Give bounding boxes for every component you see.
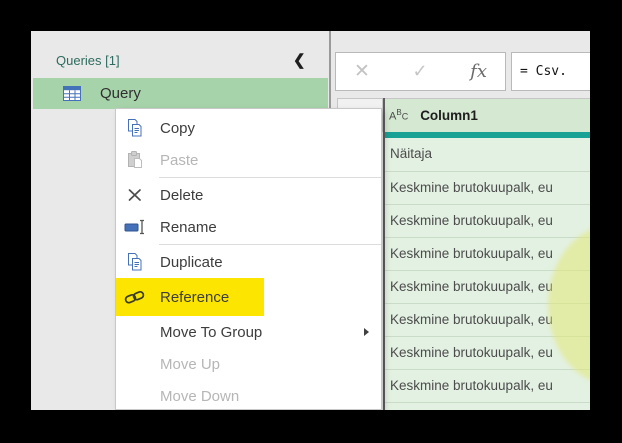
table-row[interactable]: Keskmine brutokuupalk, eu [385,237,590,270]
power-query-editor: Queries [1] ❮ Query ✕ ✓ fx = Csv. ABC Co… [31,31,590,410]
table-rows: Näitaja Keskmine brutokuupalk, eu Keskmine… [385,138,590,410]
paste-icon [123,149,147,171]
no-icon [123,321,147,343]
collapse-pane-icon[interactable]: ❮ [293,51,306,69]
column1: ABC Column1 Näitaja Keskmine brutokuupalk… [383,98,590,410]
query-list-item[interactable]: Query [33,78,328,109]
table-row[interactable]: Näitaja [385,138,590,171]
menu-separator [159,177,381,178]
screenshot-frame: Queries [1] ❮ Query ✕ ✓ fx = Csv. ABC Co… [0,0,622,443]
queries-pane-title: Queries [1] [56,53,120,68]
confirm-icon[interactable]: ✓ [413,61,428,82]
menu-item-paste: Paste [116,144,381,176]
no-icon [123,385,147,407]
menu-item-delete[interactable]: Delete [116,179,381,211]
table-row[interactable]: Keskmine brutokuupalk, eu [385,270,590,303]
no-icon [123,353,147,375]
delete-icon [123,184,147,206]
menu-item-copy[interactable]: Copy [116,112,381,144]
menu-item-reference[interactable]: Reference [116,278,381,316]
table-row[interactable]: Keskmine brutokuupalk, eu [385,171,590,204]
table-row[interactable]: Keskmine brutokuupalk, eu [385,369,590,402]
menu-item-move-to-group[interactable]: Move To Group [116,316,381,348]
table-row[interactable]: Keskmine brutokuupalk, eu [385,204,590,237]
menu-item-move-up: Move Up [116,348,381,380]
table-row[interactable]: Keskmine brutokuupalk, eu [385,336,590,369]
menu-item-move-down: Move Down [116,380,381,409]
menu-item-rename[interactable]: Rename [116,211,381,243]
copy-icon [123,117,147,139]
menu-separator [159,244,381,245]
context-menu: Copy Paste Delete Rename Duplicate Refer… [115,108,382,410]
duplicate-icon [123,251,147,273]
reference-icon [123,286,147,308]
submenu-arrow-icon [364,328,369,336]
query-name: Query [100,85,141,102]
column1-header[interactable]: ABC Column1 [385,98,590,132]
rename-icon [123,216,147,238]
table-icon [63,86,81,101]
menu-item-duplicate[interactable]: Duplicate [116,246,381,278]
text-type-icon: ABC [389,108,409,123]
table-row [385,402,590,410]
fx-icon: fx [470,61,487,82]
table-row[interactable]: Keskmine brutokuupalk, eu [385,303,590,336]
column1-label: Column1 [420,108,478,123]
formula-toolbar: ✕ ✓ fx [335,52,506,91]
formula-input[interactable]: = Csv. [511,52,590,91]
cancel-icon[interactable]: ✕ [354,60,370,83]
